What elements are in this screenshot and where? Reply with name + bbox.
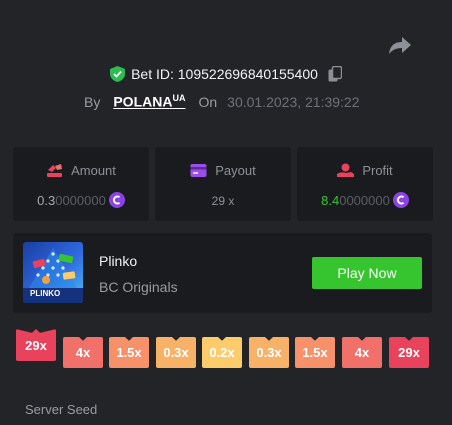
profit-value-tail: 0000000 [339,192,390,208]
payout-label: Payout [215,163,256,178]
share-icon[interactable] [388,34,412,56]
multiplier-slot: 29x [389,337,429,368]
server-seed-label: Server Seed [25,402,98,417]
multiplier-slot: 0.3x [249,337,289,368]
amount-value-tail: 0000000 [55,192,106,208]
bc-coin-icon [392,192,409,208]
payout-value: 29 x [211,194,235,208]
amount-card: Amount 0.3 0000000 [13,147,149,221]
profit-card: Profit 8.4 0000000 [297,147,433,221]
on-label: On [198,93,218,110]
multiplier-slot: 0.3x [156,337,196,368]
bet-stats: Amount 0.3 0000000 Payout 29 x Profit 8.… [13,147,433,221]
by-label: By [84,93,101,110]
multiplier-slot: 4x [63,337,103,368]
author-row: By POLANAUA On 30.01.2023, 21:39:22 [84,93,360,110]
profit-label: Profit [362,163,393,178]
plinko-thumbnail[interactable]: PLINKO [23,242,83,303]
copy-icon[interactable] [328,66,342,82]
game-provider: BC Originals [99,279,178,295]
payout-icon [190,164,207,177]
profit-value-lead: 8.4 [321,192,340,208]
game-card: PLINKO Plinko BC Originals Play Now [13,233,432,313]
shield-check-icon [110,66,126,82]
profit-icon [337,163,355,177]
bet-amount-icon [47,164,63,177]
multiplier-slot: 1.5x [109,337,149,368]
username-suffix: UA [172,93,186,103]
username-link[interactable]: POLANAUA [113,93,185,110]
bet-id-row: Bet ID: 109522696840155400 [0,66,452,82]
amount-label: Amount [71,163,116,178]
thumb-text: PLINKO [30,289,61,298]
bc-coin-icon [108,192,125,208]
multiplier-slot: 29x [16,329,56,361]
bet-id: Bet ID: 109522696840155400 [131,66,318,82]
game-name[interactable]: Plinko [99,253,137,269]
multiplier-slot: 0.2x [202,337,242,368]
multiplier-slot: 1.5x [295,337,335,368]
amount-value-lead: 0.3 [37,192,56,208]
bet-datetime: 30.01.2023, 21:39:22 [227,93,360,110]
play-now-button[interactable]: Play Now [312,257,422,289]
multiplier-slot: 4x [342,337,382,368]
payout-card: Payout 29 x [155,147,291,221]
